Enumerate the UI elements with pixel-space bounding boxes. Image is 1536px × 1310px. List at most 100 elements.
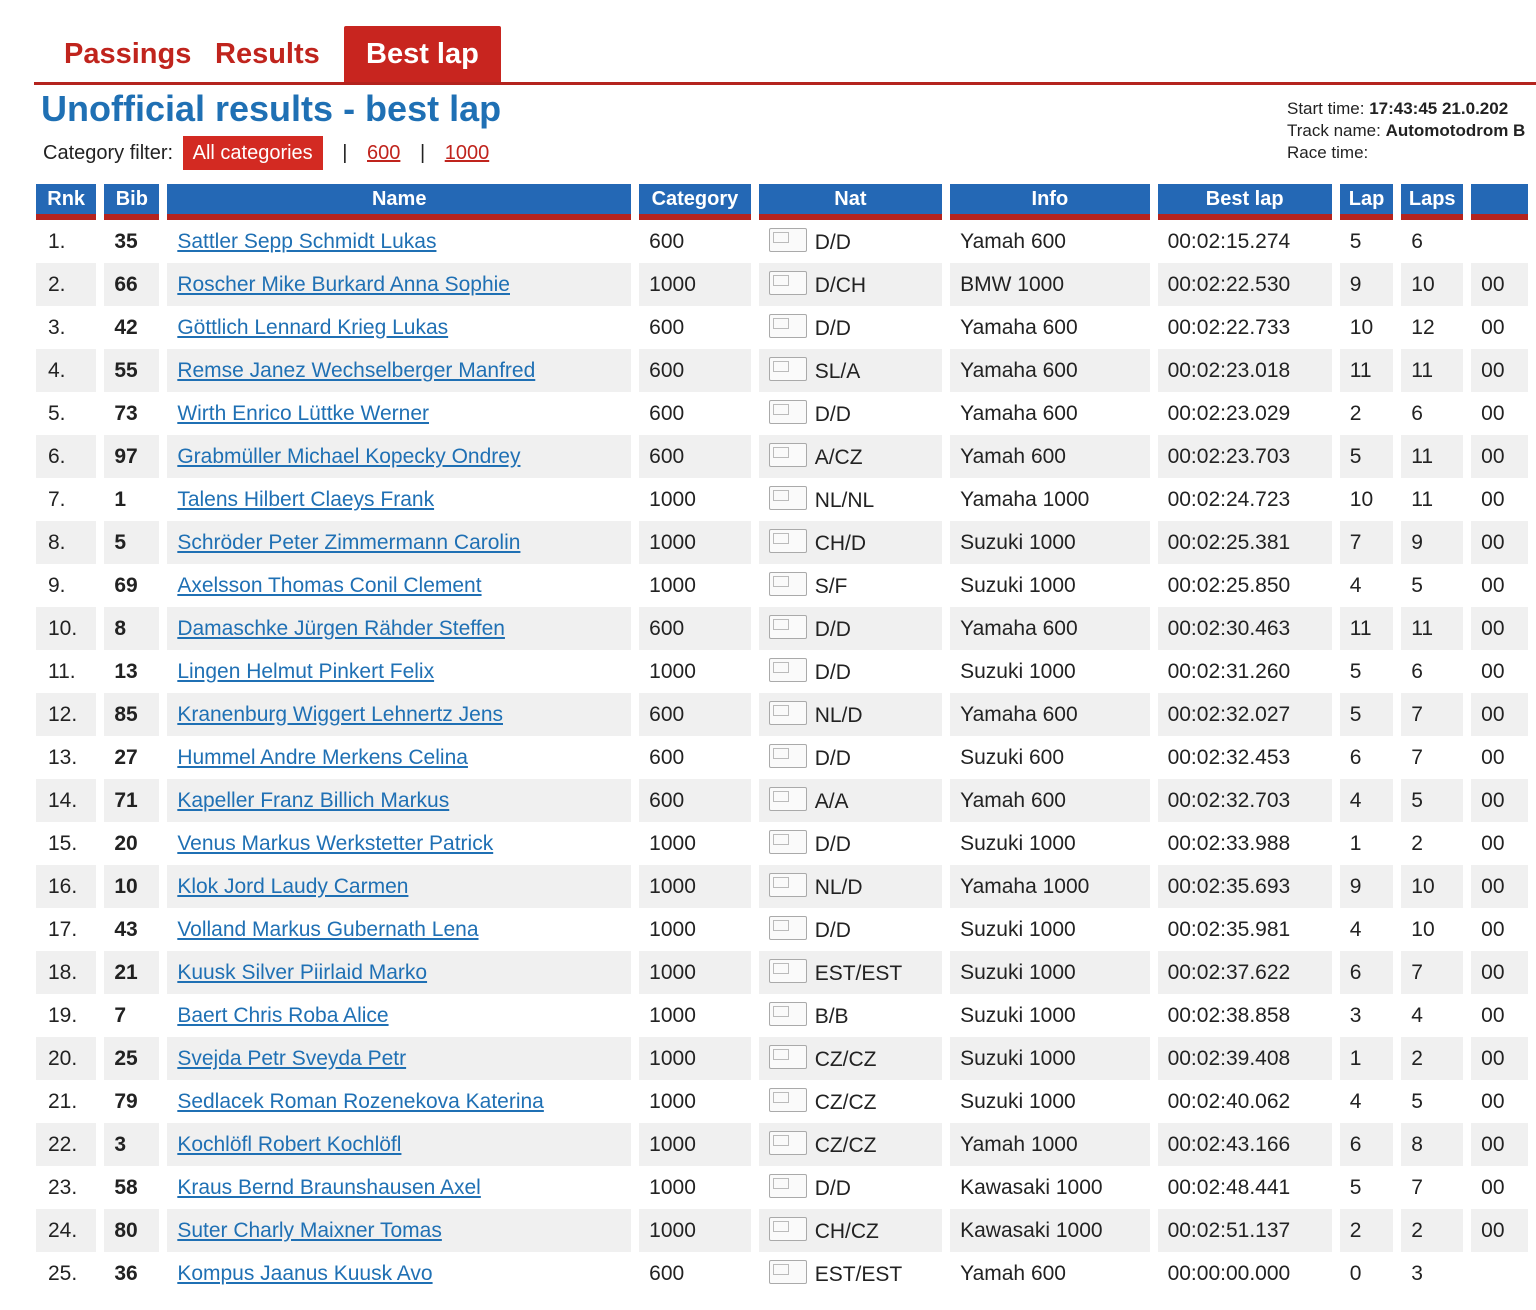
col-name-header[interactable]: Name — [167, 184, 632, 220]
flag-icon — [768, 658, 807, 682]
flag-icon — [768, 443, 807, 467]
name-cell: Talens Hilbert Claeys Frank — [167, 478, 631, 521]
rider-name-link[interactable]: Damaschke Jürgen Rähder Steffen — [177, 617, 505, 640]
lap-cell: 1 — [1349, 831, 1362, 855]
bib-cell: 85 — [104, 693, 160, 736]
rider-name-link[interactable]: Kompus Jaanus Kuusk Avo — [177, 1262, 432, 1285]
rank-cell: 21. — [48, 1089, 78, 1113]
info-cell: Kawasaki 1000 — [960, 1175, 1103, 1199]
bib-cell: 8 — [104, 607, 160, 650]
bib-cell: 7 — [114, 1003, 127, 1027]
flag-icon — [768, 744, 807, 768]
filter-all-categories[interactable]: All categories — [182, 136, 323, 170]
nat-code: A/CZ — [814, 446, 863, 469]
col-bib-header[interactable]: Bib — [104, 184, 160, 220]
extra-cell: 00 — [1481, 1089, 1505, 1113]
col-info-header[interactable]: Info — [950, 184, 1150, 220]
rider-name-link[interactable]: Klok Jord Laudy Carmen — [177, 875, 408, 898]
best-lap-cell: 00:02:51.137 — [1157, 1209, 1332, 1252]
rider-name-link[interactable]: Venus Markus Werkstetter Patrick — [177, 832, 493, 855]
best-lap-cell: 00:02:35.693 — [1157, 865, 1332, 908]
nat-code: D/D — [814, 747, 851, 770]
lap-cell: 7 — [1339, 521, 1394, 564]
extra-cell: 00 — [1481, 659, 1505, 683]
laps-cell: 10 — [1401, 865, 1464, 908]
col-extra-header[interactable] — [1471, 184, 1528, 220]
rider-name-link[interactable]: Roscher Mike Burkard Anna Sophie — [177, 273, 510, 296]
col-nat-header[interactable]: Nat — [758, 184, 943, 220]
best-lap-cell: 00:02:24.723 — [1167, 487, 1291, 511]
category-cell: 1000 — [639, 263, 751, 306]
col-rnk-header[interactable]: Rnk — [36, 184, 97, 220]
name-cell: Sedlacek Roman Rozenekova Katerina — [167, 1080, 631, 1123]
rider-name-link[interactable]: Schröder Peter Zimmermann Carolin — [177, 531, 520, 554]
rider-name-link[interactable]: Hummel Andre Merkens Celina — [177, 746, 468, 769]
table-row: 18. 21 Kuusk Silver Piirlaid Marko 1000 EST/… — [36, 951, 1528, 994]
name-cell: Klok Jord Laudy Carmen — [167, 865, 632, 908]
filter-600-link[interactable]: 600 — [367, 142, 400, 164]
rider-name-link[interactable]: Suter Charly Maixner Tomas — [177, 1219, 442, 1242]
col-best-lap-header[interactable]: Best lap — [1157, 184, 1332, 220]
col-category-header[interactable]: Category — [639, 184, 751, 220]
rider-name-link[interactable]: Kochlöfl Robert Kochlöfl — [177, 1133, 401, 1156]
rider-name-link[interactable]: Grabmüller Michael Kopecky Ondrey — [177, 445, 520, 468]
lap-cell: 5 — [1349, 1175, 1362, 1199]
nat-cell: CZ/CZ — [758, 1037, 943, 1080]
name-cell: Hummel Andre Merkens Celina — [167, 736, 631, 779]
rider-name-link[interactable]: Kranenburg Wiggert Lehnertz Jens — [177, 703, 503, 726]
filter-1000-link[interactable]: 1000 — [445, 142, 490, 164]
rider-name-link[interactable]: Baert Chris Roba Alice — [177, 1004, 388, 1027]
rider-name-link[interactable]: Kuusk Silver Piirlaid Marko — [177, 961, 427, 984]
rider-name-link[interactable]: Sattler Sepp Schmidt Lukas — [177, 230, 436, 253]
bib-cell: 27 — [114, 745, 138, 769]
best-lap-cell: 00:02:23.703 — [1157, 435, 1332, 478]
extra-cell: 00 — [1481, 401, 1505, 425]
rider-name-link[interactable]: Lingen Helmut Pinkert Felix — [177, 660, 434, 683]
category-cell: 1000 — [649, 1089, 696, 1113]
best-lap-cell: 00:02:31.260 — [1167, 659, 1291, 683]
nat-cell: B/B — [759, 994, 942, 1037]
bib-cell: 3 — [104, 1123, 160, 1166]
flag-icon — [768, 701, 807, 725]
info-cell: Yamaha 1000 — [950, 865, 1150, 908]
name-cell: Wirth Enrico Lüttke Werner — [167, 392, 631, 435]
rider-name-link[interactable]: Svejda Petr Sveyda Petr — [177, 1047, 406, 1070]
rider-name-link[interactable]: Kraus Bernd Braunshausen Axel — [177, 1176, 481, 1199]
rider-name-link[interactable]: Talens Hilbert Claeys Frank — [177, 488, 434, 511]
lap-cell: 3 — [1349, 1003, 1362, 1027]
flag-icon — [768, 615, 807, 639]
rider-name-link[interactable]: Axelsson Thomas Conil Clement — [177, 574, 481, 597]
rider-name-link[interactable]: Kapeller Franz Billich Markus — [177, 789, 449, 812]
best-lap-cell: 00:02:23.018 — [1157, 349, 1332, 392]
name-cell: Kranenburg Wiggert Lehnertz Jens — [167, 693, 632, 736]
nat-cell: NL/NL — [759, 478, 942, 521]
laps-cell: 6 — [1411, 229, 1423, 253]
rider-name-link[interactable]: Volland Markus Gubernath Lena — [177, 918, 478, 941]
name-cell: Volland Markus Gubernath Lena — [167, 908, 631, 951]
name-cell: Kochlöfl Robert Kochlöfl — [167, 1123, 632, 1166]
nat-cell: A/CZ — [758, 435, 943, 478]
nat-code: D/D — [814, 618, 851, 641]
rider-name-link[interactable]: Remse Janez Wechselberger Manfred — [177, 359, 535, 382]
rider-name-link[interactable]: Sedlacek Roman Rozenekova Katerina — [177, 1090, 544, 1113]
extra-cell: 00 — [1471, 951, 1528, 994]
rider-name-link[interactable]: Wirth Enrico Lüttke Werner — [177, 402, 429, 425]
rider-name-link[interactable]: Göttlich Lennard Krieg Lukas — [177, 316, 448, 339]
nat-code: CZ/CZ — [814, 1134, 877, 1157]
table-row: 24. 80 Suter Charly Maixner Tomas 1000 CH/CZ… — [36, 1209, 1528, 1252]
nat-code: D/D — [814, 231, 851, 254]
nat-cell: EST/EST — [759, 1252, 942, 1295]
table-row: 2. 66 Roscher Mike Burkard Anna Sophie 1000… — [36, 263, 1528, 306]
flag-icon — [768, 1217, 807, 1241]
bib-cell: 66 — [104, 263, 160, 306]
bib-cell: 35 — [114, 229, 138, 253]
nat-code: SL/A — [814, 360, 861, 383]
table-row: 3. 42 Göttlich Lennard Krieg Lukas 600 D/D Ya… — [36, 306, 1528, 349]
flag-icon — [768, 1174, 807, 1198]
tab-best-lap[interactable]: Best lap — [344, 26, 501, 82]
extra-cell: 00 — [1471, 263, 1528, 306]
tab-passings[interactable]: Passings — [64, 26, 191, 82]
col-lap-header[interactable]: Lap — [1339, 184, 1394, 220]
col-laps-header[interactable]: Laps — [1401, 184, 1464, 220]
tab-results[interactable]: Results — [215, 26, 320, 82]
